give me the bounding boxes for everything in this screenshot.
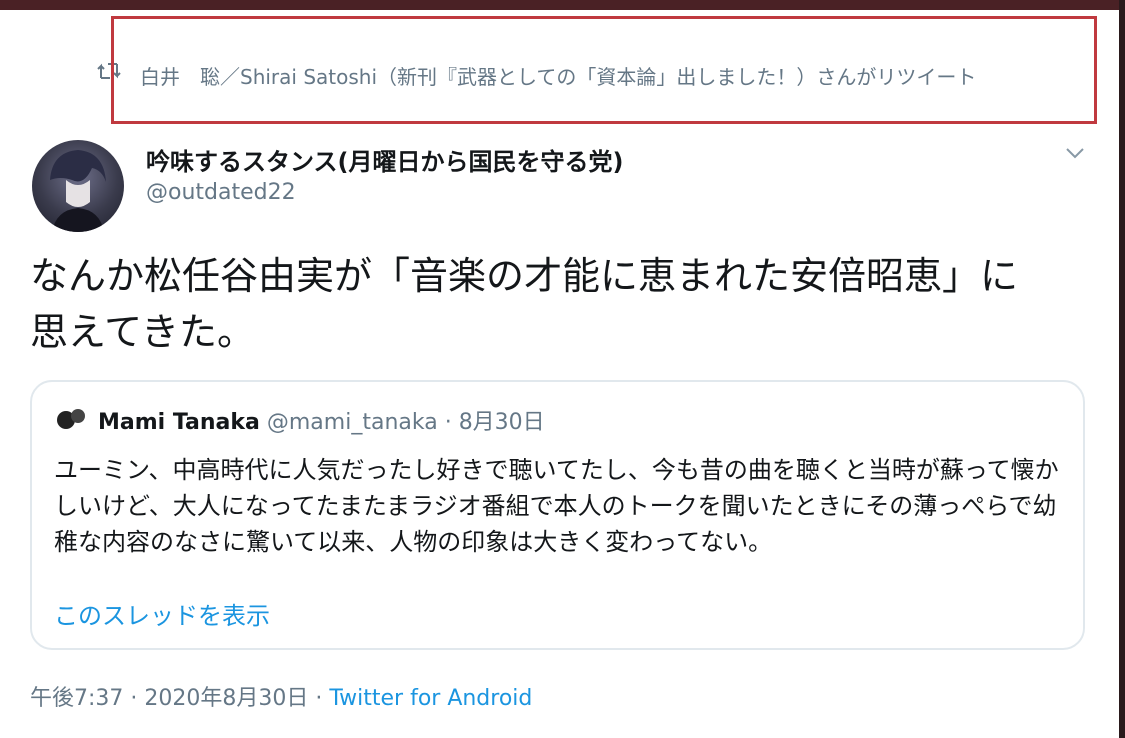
show-thread-link[interactable]: このスレッドを表示 xyxy=(54,596,270,631)
avatar-image xyxy=(50,150,106,232)
avatar[interactable] xyxy=(32,140,124,232)
quoted-tweet[interactable]: Mami Tanaka @mami_tanaka · 8月30日 ユーミン、中高… xyxy=(30,380,1085,650)
quote-header: Mami Tanaka @mami_tanaka · 8月30日 xyxy=(98,404,545,436)
display-name[interactable]: 吟味するスタンス(月曜日から国民を守る党) xyxy=(146,142,623,177)
tweet-source-link[interactable]: Twitter for Android xyxy=(329,686,532,711)
quote-avatar-image xyxy=(57,409,85,429)
quote-separator: · xyxy=(437,410,459,435)
user-handle[interactable]: @outdated22 xyxy=(146,180,296,205)
highlight-box xyxy=(111,16,1097,124)
quote-date: 8月30日 xyxy=(458,410,545,435)
quote-avatar xyxy=(56,404,86,434)
window-edge xyxy=(1119,0,1125,738)
quote-author-handle: @mami_tanaka xyxy=(266,410,438,435)
quote-text: ユーミン、中高時代に人気だったし好きで聴いてたし、今も昔の曲を聴くと当時が蘇って… xyxy=(54,456,1059,556)
tweet-text: なんか松任谷由実が「音楽の才能に恵まれた安倍昭恵」に思えてきた。 xyxy=(30,254,1019,354)
tweet-timestamp[interactable]: 午後7:37 · 2020年8月30日 · xyxy=(30,686,329,711)
tweet-metadata: 午後7:37 · 2020年8月30日 · Twitter for Androi… xyxy=(30,680,532,712)
window-top-bar xyxy=(0,0,1125,10)
quote-author-name: Mami Tanaka xyxy=(98,410,260,435)
chevron-down-icon[interactable] xyxy=(1064,146,1086,160)
